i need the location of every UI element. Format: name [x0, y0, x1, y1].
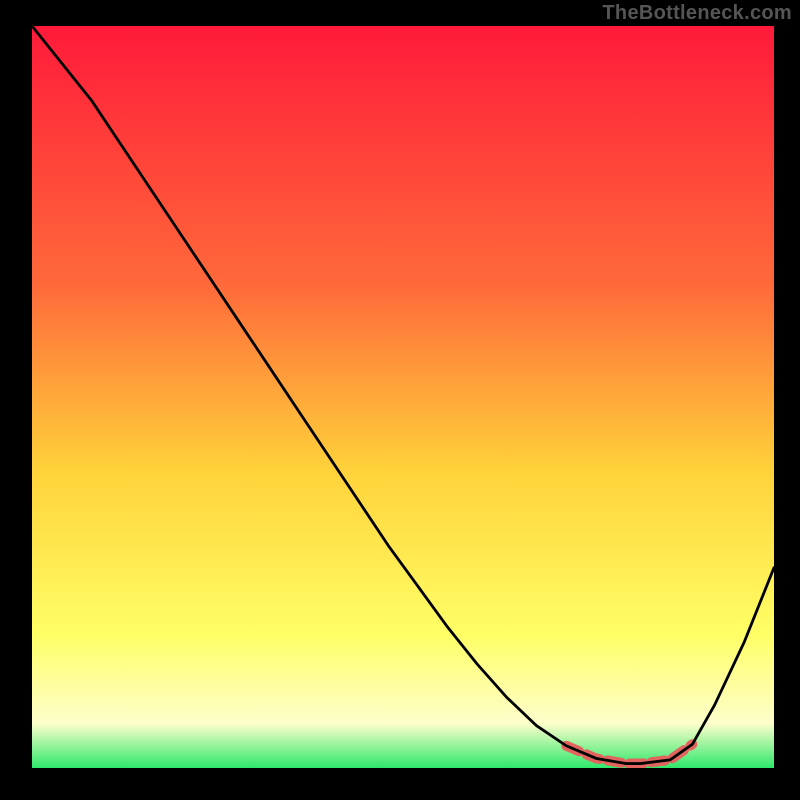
chart-page: TheBottleneck.com	[0, 0, 800, 800]
plot-area	[32, 26, 774, 768]
watermark-label: TheBottleneck.com	[602, 2, 792, 25]
bottleneck-chart	[32, 26, 774, 768]
gradient-background	[32, 26, 774, 768]
